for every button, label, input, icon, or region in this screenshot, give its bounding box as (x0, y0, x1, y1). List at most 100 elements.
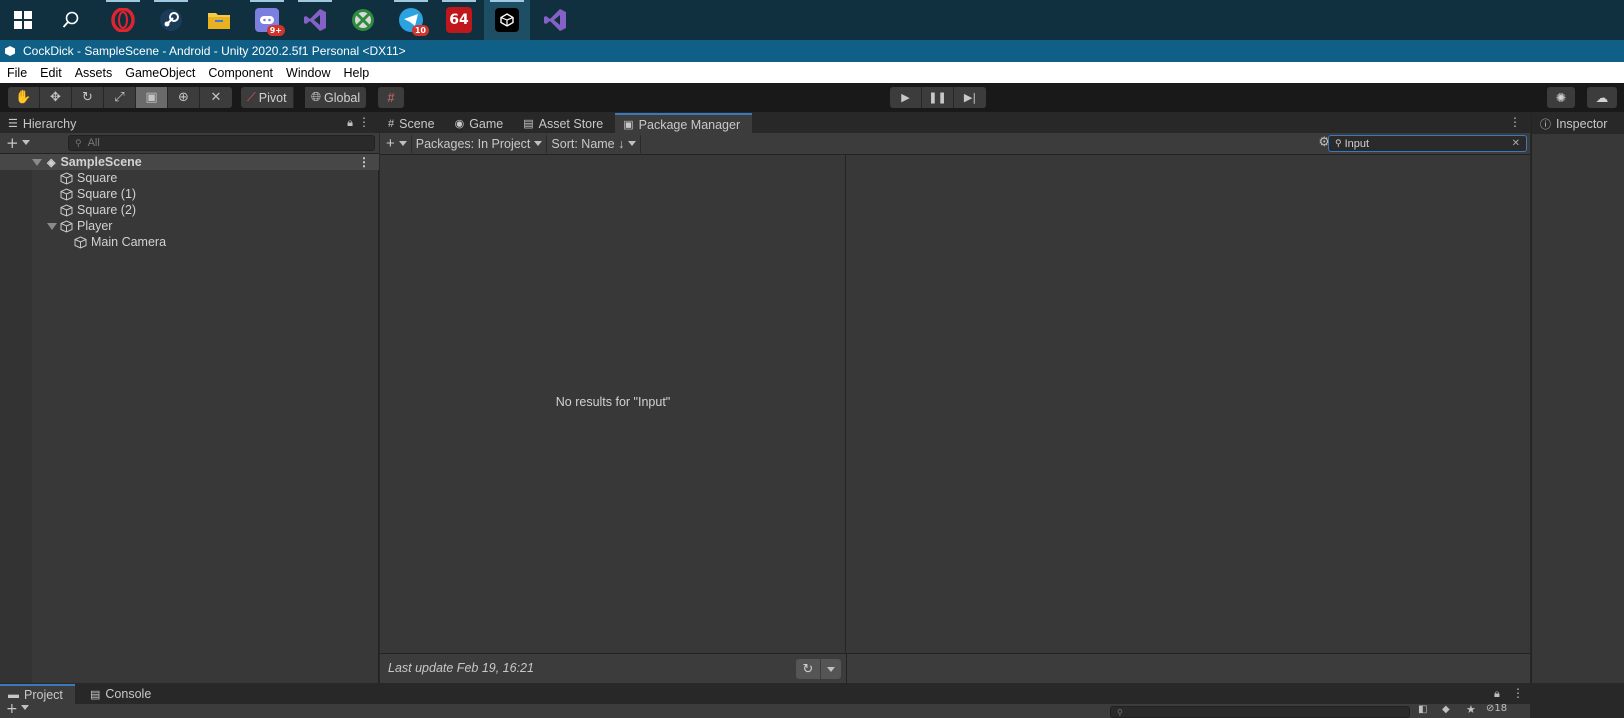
tab-project-label: Project (24, 688, 63, 702)
hierarchy-item[interactable]: Square (1) (0, 186, 379, 202)
step-icon: ▶| (963, 91, 977, 104)
hierarchy-item[interactable]: Square (0, 170, 379, 186)
grid-snap-button[interactable]: # (378, 87, 404, 108)
taskbar-app-xbox[interactable] (340, 0, 386, 40)
custom-tool-button[interactable]: ✕ (200, 87, 232, 108)
pivot-label: Pivot (258, 90, 287, 105)
tab-hierarchy[interactable]: ☰ Hierarchy (0, 113, 88, 134)
hierarchy-search-input[interactable]: ⚲ All (68, 135, 375, 151)
tab-asset-store[interactable]: ▤ Asset Store (515, 113, 615, 134)
tab-console[interactable]: ▤ Console (82, 684, 163, 704)
hierarchy-item[interactable]: Square (2) (0, 202, 379, 218)
create-dropdown[interactable]: + (6, 701, 29, 717)
pause-button[interactable]: ❚❚ (922, 87, 954, 108)
center-panel: # Scene ◉ Game ▤ Asset Store ▣ Package M… (380, 113, 1530, 684)
expand-arrow-icon[interactable] (32, 158, 42, 166)
sort-label: Sort: Name ↓ (551, 136, 625, 151)
play-controls: ▶ ❚❚ ▶| (890, 87, 986, 108)
clear-search-icon[interactable]: ✕ (1512, 138, 1520, 149)
unity-icon (5, 46, 15, 56)
taskbar-app-discord[interactable]: 9+ (244, 0, 290, 40)
rect-tool-button[interactable]: ▣ (136, 87, 168, 108)
add-package-dropdown[interactable]: + (380, 134, 412, 153)
lock-icon[interactable]: 🔒︎ (347, 116, 353, 130)
expand-arrow-icon[interactable] (47, 222, 57, 230)
notification-badge: 9+ (266, 25, 285, 36)
play-icon: ▶ (901, 91, 910, 104)
taskbar-app-unity[interactable] (484, 0, 530, 40)
taskbar-app-opera[interactable] (100, 0, 146, 40)
kebab-menu-icon[interactable]: ⋮ (1509, 115, 1521, 129)
rect-icon: ▣ (145, 90, 158, 105)
label-tag-icon[interactable]: ◆ (1442, 704, 1450, 715)
rotate-tool-button[interactable]: ↻ (72, 87, 104, 108)
filter-type-icon[interactable]: ◧ (1418, 704, 1427, 715)
file-explorer-icon (208, 13, 230, 29)
scene-row[interactable]: ◈ SampleScene ⋮ (0, 154, 379, 170)
notification-badge: 10 (411, 25, 429, 36)
no-results-message: No results for "Input" (555, 395, 671, 409)
global-toggle[interactable]: 🌐︎ Global (305, 87, 367, 108)
menu-edit[interactable]: Edit (33, 66, 68, 80)
hierarchy-header: ☰ Hierarchy 🔒︎ ⋮ (0, 113, 379, 134)
favorite-star-icon[interactable]: ★ (1466, 703, 1476, 716)
lock-icon[interactable]: 🔒︎ (1494, 687, 1500, 701)
project-toolbar: + ⚲ ◧ ◆ ★ ⊘18 (0, 701, 1530, 718)
menu-file[interactable]: File (0, 66, 33, 80)
grid-icon: # (388, 117, 395, 130)
active-indicator (490, 0, 524, 2)
transform-tool-button[interactable]: ⊕ (168, 87, 200, 108)
taskbar-app-explorer[interactable] (196, 0, 242, 40)
play-button[interactable]: ▶ (890, 87, 922, 108)
scale-tool-button[interactable]: ⤢ (104, 87, 136, 108)
menu-assets[interactable]: Assets (68, 66, 119, 80)
start-button[interactable] (0, 0, 46, 40)
tab-game[interactable]: ◉ Game (447, 113, 516, 134)
discord-icon: 9+ (255, 8, 285, 36)
refresh-button[interactable]: ↻ (796, 659, 820, 679)
refresh-options-dropdown[interactable] (821, 659, 841, 679)
project-search-input[interactable]: ⚲ (1110, 706, 1410, 718)
active-indicator (154, 0, 188, 2)
package-search-input[interactable]: ⚲ Input ✕ (1328, 135, 1527, 152)
pivot-toggle[interactable]: ⟋ Pivot (241, 87, 294, 108)
taskbar-app-n64[interactable]: 64 (436, 0, 482, 40)
services-button[interactable]: ✺ (1547, 87, 1575, 108)
taskbar-app-visual-studio[interactable] (292, 0, 338, 40)
pause-icon: ❚❚ (928, 91, 947, 104)
tab-inspector[interactable]: ⓘ Inspector (1532, 113, 1619, 134)
package-list: No results for "Input" (380, 155, 846, 653)
kebab-menu-icon[interactable]: ⋮ (1512, 686, 1524, 700)
n64-icon: 64 (446, 7, 472, 33)
taskbar-search-button[interactable] (48, 0, 94, 40)
taskbar-app-visual-studio-2[interactable] (532, 0, 578, 40)
sort-dropdown[interactable]: Sort: Name ↓ (547, 134, 642, 153)
taskbar-app-steam[interactable] (148, 0, 194, 40)
menu-window[interactable]: Window (279, 66, 336, 80)
search-icon: ⚲ (75, 137, 82, 148)
tab-scene[interactable]: # Scene (380, 113, 447, 134)
hidden-packages-toggle[interactable]: ⊘18 (1486, 703, 1507, 714)
kebab-menu-icon[interactable]: ⋮ (358, 155, 370, 169)
tab-package-manager[interactable]: ▣ Package Manager (615, 113, 753, 134)
step-button[interactable]: ▶| (954, 87, 986, 108)
hidden-count: 18 (1494, 703, 1508, 714)
menu-help[interactable]: Help (336, 66, 375, 80)
console-icon: ▤ (90, 688, 101, 701)
cloud-button[interactable]: ☁ (1587, 87, 1617, 108)
chevron-down-icon (628, 141, 637, 146)
packages-filter-dropdown[interactable]: Packages: In Project (412, 134, 548, 153)
kebab-menu-icon[interactable]: ⋮ (358, 115, 370, 129)
move-tool-button[interactable]: ✥ (40, 87, 72, 108)
hierarchy-item[interactable]: Main Camera (0, 234, 379, 250)
create-dropdown[interactable]: + (6, 134, 30, 152)
search-icon: ⚲ (1335, 138, 1342, 148)
menu-component[interactable]: Component (201, 66, 279, 80)
unity-scene-icon: ◈ (47, 156, 56, 169)
taskbar-app-telegram[interactable]: 10 (388, 0, 434, 40)
hierarchy-item[interactable]: Player (0, 218, 379, 234)
plus-icon: + (386, 135, 395, 152)
windows-icon (14, 11, 32, 29)
hand-tool-button[interactable]: ✋ (8, 87, 40, 108)
menu-gameobject[interactable]: GameObject (118, 66, 201, 80)
